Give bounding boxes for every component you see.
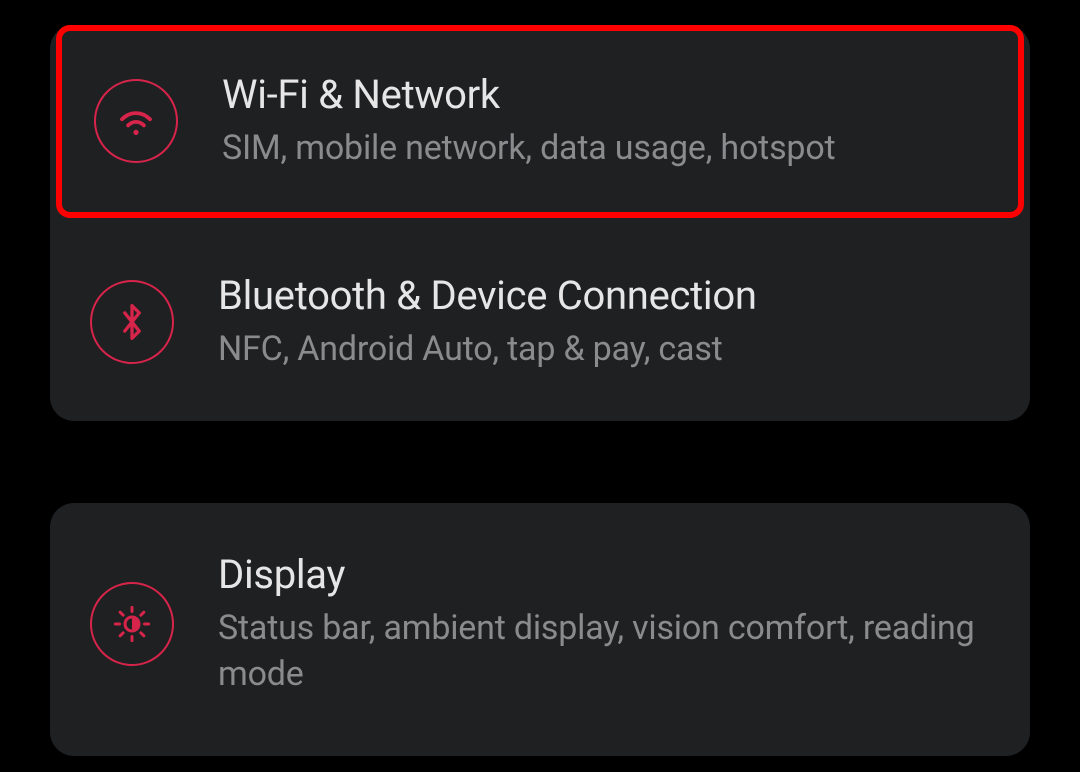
bluetooth-icon [117,302,147,342]
settings-item-bluetooth[interactable]: Bluetooth & Device Connection NFC, Andro… [50,224,1030,421]
settings-item-display[interactable]: Display Status bar, ambient display, vis… [50,503,1030,746]
display-subtitle: Status bar, ambient display, vision comf… [218,606,990,698]
brightness-icon [112,604,152,644]
display-content: Display Status bar, ambient display, vis… [218,551,990,698]
brightness-icon-circle [90,582,174,666]
bluetooth-icon-circle [90,280,174,364]
bluetooth-subtitle: NFC, Android Auto, tap & pay, cast [218,327,990,373]
display-title: Display [218,551,990,598]
wifi-network-subtitle: SIM, mobile network, data usage, hotspot [222,126,986,172]
wifi-network-title: Wi-Fi & Network [222,71,986,118]
settings-card-display: Display Status bar, ambient display, vis… [50,503,1030,756]
bluetooth-content: Bluetooth & Device Connection NFC, Andro… [218,272,990,373]
settings-card-network: Wi-Fi & Network SIM, mobile network, dat… [50,25,1030,421]
wifi-icon [115,100,157,142]
wifi-network-content: Wi-Fi & Network SIM, mobile network, dat… [222,71,986,172]
settings-item-wifi-network[interactable]: Wi-Fi & Network SIM, mobile network, dat… [56,25,1024,218]
bluetooth-title: Bluetooth & Device Connection [218,272,990,319]
wifi-icon-circle [94,79,178,163]
